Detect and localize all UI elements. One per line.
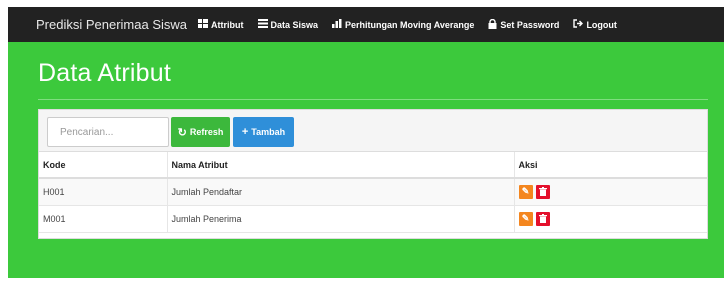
cell-nama: Jumlah Pendaftar [167, 178, 515, 206]
table-icon [198, 19, 209, 30]
cell-kode: H001 [39, 178, 168, 206]
table-row: H001 Jumlah Pendaftar ✎ [39, 178, 707, 206]
title-divider [38, 99, 708, 100]
refresh-icon: ↻ [177, 126, 187, 139]
cell-kode: M001 [39, 205, 168, 233]
nav-item-data-siswa[interactable]: Data Siswa [257, 19, 319, 30]
trash-icon[interactable] [535, 184, 550, 199]
page-frame: Prediksi Penerimaa Siswa Attribut Data S… [8, 7, 724, 278]
atribut-table: Kode Nama Atribut Aksi H001 Jumlah Penda… [39, 152, 707, 233]
list-icon [257, 19, 268, 30]
brand-title[interactable]: Prediksi Penerimaa Siswa [36, 17, 187, 32]
table-row: M001 Jumlah Penerima ✎ [39, 205, 707, 233]
lock-icon [488, 18, 497, 31]
nav-label-attribut: Attribut [211, 19, 244, 30]
add-label: Tambah [251, 127, 286, 137]
nav-label-set-password: Set Password [500, 19, 560, 30]
trash-icon[interactable] [535, 211, 550, 226]
header-aksi: Aksi [514, 152, 707, 179]
refresh-button[interactable]: ↻ Refresh [171, 117, 230, 147]
nav-label-perhitungan: Perhitungan Moving Averange [345, 19, 475, 30]
bar-chart-icon [332, 19, 342, 30]
add-button[interactable]: + Tambah [233, 117, 294, 147]
page-title: Data Atribut [38, 59, 172, 87]
header-nama-atribut: Nama Atribut [167, 152, 515, 179]
header-kode: Kode [39, 152, 168, 179]
plus-icon: + [241, 126, 249, 138]
logout-icon [573, 19, 584, 30]
table-header-row: Kode Nama Atribut Aksi [39, 152, 707, 179]
navbar: Prediksi Penerimaa Siswa Attribut Data S… [8, 7, 724, 42]
edit-icon[interactable]: ✎ [518, 211, 533, 226]
search-input[interactable]: Pencarian... [47, 117, 169, 147]
nav-item-set-password[interactable]: Set Password [488, 18, 560, 31]
cell-aksi: ✎ [514, 178, 707, 206]
nav-item-attribut[interactable]: Attribut [198, 19, 244, 30]
nav-label-data-siswa: Data Siswa [270, 19, 319, 30]
toolbar: Pencarian... ↻ Refresh + Tambah [39, 110, 707, 152]
nav-item-perhitungan[interactable]: Perhitungan Moving Averange [332, 19, 474, 30]
edit-icon[interactable]: ✎ [518, 184, 533, 199]
refresh-label: Refresh [189, 127, 224, 137]
cell-aksi: ✎ [514, 205, 707, 233]
cell-nama: Jumlah Penerima [167, 205, 515, 233]
nav-label-logout: Logout [586, 19, 617, 30]
atribut-panel: Pencarian... ↻ Refresh + Tambah Kode Nam… [38, 109, 708, 239]
nav-item-logout[interactable]: Logout [573, 19, 617, 30]
